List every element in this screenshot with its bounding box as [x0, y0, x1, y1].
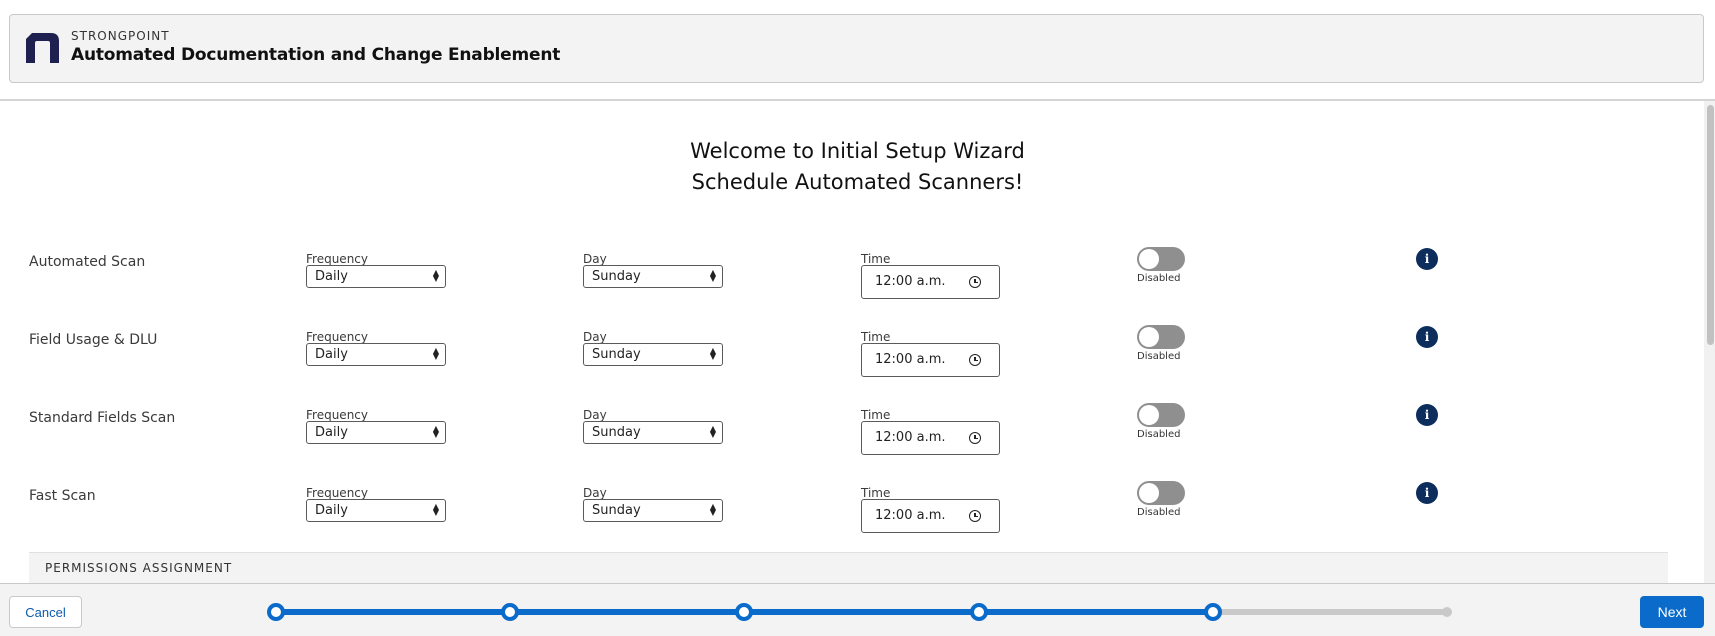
select-arrows-icon: ▲ ▼ — [432, 502, 439, 517]
toggle-knob — [1139, 249, 1159, 269]
select-arrows-icon: ▲ ▼ — [432, 346, 439, 361]
day-select[interactable]: Sunday ▲ ▼ — [583, 343, 723, 366]
time-label: Time — [861, 486, 891, 500]
day-label: Day — [583, 408, 607, 422]
progress-step-5[interactable] — [1203, 603, 1222, 621]
toggle-knob — [1139, 327, 1159, 347]
select-arrows-icon: ▲ ▼ — [709, 268, 716, 283]
clock-icon[interactable] — [969, 276, 981, 288]
scanner-name: Standard Fields Scan — [29, 410, 176, 426]
toggle-status-label: Disabled — [1137, 273, 1181, 284]
clock-icon[interactable] — [969, 354, 981, 366]
time-value: 12:00 a.m. — [875, 274, 946, 289]
progress-step-6[interactable] — [1442, 607, 1452, 617]
time-label: Time — [861, 252, 891, 266]
day-label: Day — [583, 252, 607, 266]
info-icon[interactable]: i — [1416, 326, 1438, 348]
select-arrows-icon: ▲ ▼ — [432, 424, 439, 439]
enable-toggle[interactable] — [1137, 403, 1185, 427]
scanner-row-fast-scan: Fast Scan Frequency Daily ▲ ▼ Day Sunday … — [0, 475, 1700, 545]
strongpoint-logo-icon — [26, 33, 59, 63]
frequency-value: Daily — [315, 347, 348, 362]
time-label: Time — [861, 330, 891, 344]
time-input[interactable]: 12:00 a.m. — [861, 343, 1000, 377]
frequency-select[interactable]: Daily ▲ ▼ — [306, 499, 446, 522]
select-arrows-icon: ▲ ▼ — [709, 502, 716, 517]
day-select[interactable]: Sunday ▲ ▼ — [583, 265, 723, 288]
time-value: 12:00 a.m. — [875, 508, 946, 523]
brand-name: STRONGPOINT — [71, 29, 170, 43]
permissions-section: PERMISSIONS ASSIGNMENT — [29, 552, 1668, 584]
progress-step-2[interactable] — [501, 603, 520, 621]
frequency-value: Daily — [315, 503, 348, 518]
cancel-button[interactable]: Cancel — [9, 596, 82, 628]
info-icon[interactable]: i — [1416, 482, 1438, 504]
info-icon[interactable]: i — [1416, 404, 1438, 426]
select-arrows-icon: ▲ ▼ — [709, 346, 716, 361]
time-label: Time — [861, 408, 891, 422]
time-input[interactable]: 12:00 a.m. — [861, 265, 1000, 299]
scanner-name: Fast Scan — [29, 488, 96, 504]
toggle-status-label: Disabled — [1137, 507, 1181, 518]
next-button[interactable]: Next — [1640, 596, 1704, 628]
progress-step-4[interactable] — [969, 603, 988, 621]
toggle-status-label: Disabled — [1137, 429, 1181, 440]
app-header: STRONGPOINT Automated Documentation and … — [9, 14, 1704, 83]
scanner-name: Field Usage & DLU — [29, 332, 158, 348]
day-value: Sunday — [592, 269, 641, 284]
day-select[interactable]: Sunday ▲ ▼ — [583, 499, 723, 522]
day-value: Sunday — [592, 503, 641, 518]
time-input[interactable]: 12:00 a.m. — [861, 421, 1000, 455]
frequency-select[interactable]: Daily ▲ ▼ — [306, 343, 446, 366]
header-divider — [0, 99, 1715, 101]
enable-toggle[interactable] — [1137, 481, 1185, 505]
frequency-label: Frequency — [306, 252, 368, 266]
toggle-knob — [1139, 405, 1159, 425]
welcome-subtitle: Schedule Automated Scanners! — [691, 170, 1024, 194]
frequency-label: Frequency — [306, 408, 368, 422]
progress-step-1[interactable] — [267, 603, 285, 621]
select-arrows-icon: ▲ ▼ — [709, 424, 716, 439]
scanner-row-standard-fields: Standard Fields Scan Frequency Daily ▲ ▼ … — [0, 397, 1700, 467]
clock-icon[interactable] — [969, 510, 981, 522]
time-value: 12:00 a.m. — [875, 430, 946, 445]
day-value: Sunday — [592, 347, 641, 362]
time-input[interactable]: 12:00 a.m. — [861, 499, 1000, 533]
enable-toggle[interactable] — [1137, 325, 1185, 349]
permissions-title: PERMISSIONS ASSIGNMENT — [45, 561, 233, 575]
toggle-knob — [1139, 483, 1159, 503]
scanner-row-field-usage: Field Usage & DLU Frequency Daily ▲ ▼ Day… — [0, 319, 1700, 389]
info-icon[interactable]: i — [1416, 248, 1438, 270]
frequency-select[interactable]: Daily ▲ ▼ — [306, 421, 446, 444]
day-select[interactable]: Sunday ▲ ▼ — [583, 421, 723, 444]
app-title: Automated Documentation and Change Enabl… — [71, 45, 561, 65]
select-arrows-icon: ▲ ▼ — [432, 268, 439, 283]
frequency-value: Daily — [315, 425, 348, 440]
welcome-title: Welcome to Initial Setup Wizard — [690, 139, 1025, 163]
scanner-row-automated-scan: Automated Scan Frequency Daily ▲ ▼ Day Su… — [0, 241, 1700, 311]
frequency-select[interactable]: Daily ▲ ▼ — [306, 265, 446, 288]
day-label: Day — [583, 486, 607, 500]
enable-toggle[interactable] — [1137, 247, 1185, 271]
clock-icon[interactable] — [969, 432, 981, 444]
frequency-label: Frequency — [306, 330, 368, 344]
day-value: Sunday — [592, 425, 641, 440]
frequency-label: Frequency — [306, 486, 368, 500]
frequency-value: Daily — [315, 269, 348, 284]
toggle-status-label: Disabled — [1137, 351, 1181, 362]
day-label: Day — [583, 330, 607, 344]
scanner-name: Automated Scan — [29, 254, 146, 270]
time-value: 12:00 a.m. — [875, 352, 946, 367]
wizard-footer: Cancel Next — [0, 583, 1715, 636]
progress-step-3[interactable] — [735, 603, 754, 621]
